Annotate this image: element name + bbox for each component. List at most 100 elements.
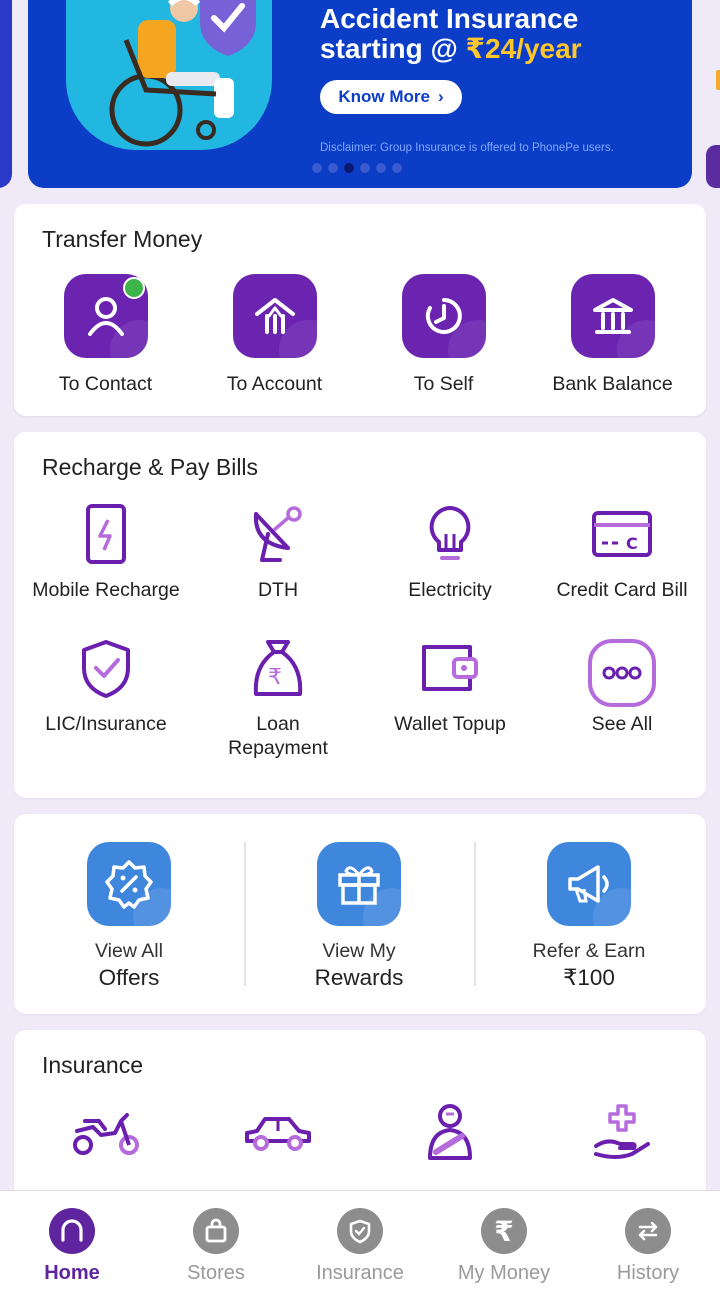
contact-person-icon — [87, 297, 124, 336]
to-account-button[interactable]: To Account — [190, 274, 359, 396]
carousel-dot[interactable] — [328, 163, 338, 173]
car-insurance-button[interactable] — [192, 1102, 364, 1162]
shield-icon — [349, 1219, 371, 1244]
transfer-options: To Contact To Account To Self Bank Balan… — [21, 274, 713, 396]
banner-title-line1: Accident Insurance — [320, 3, 579, 34]
insurance-title: Insurance — [42, 1052, 144, 1078]
more-dots-icon — [588, 639, 656, 707]
lic-insurance-label: LIC/Insurance — [45, 713, 167, 735]
self-transfer-icon — [425, 298, 462, 334]
to-self-tile — [401, 274, 486, 358]
to-self-button[interactable]: To Self — [359, 274, 528, 396]
personal-accident-insurance-button[interactable] — [364, 1102, 536, 1162]
to-account-tile — [232, 274, 317, 358]
carousel-dot[interactable] — [376, 163, 386, 173]
know-more-label: Know More — [338, 87, 430, 106]
carousel-dot[interactable] — [312, 163, 322, 173]
to-contact-tile — [63, 274, 148, 358]
credit-card-icon: C — [592, 511, 652, 557]
credit-card-bill-label: Credit Card Bill — [556, 579, 688, 601]
bank-balance-button[interactable]: Bank Balance — [528, 274, 697, 396]
mobile-recharge-button[interactable]: Mobile Recharge — [20, 504, 192, 602]
electricity-button[interactable]: Electricity — [364, 504, 536, 602]
lic-insurance-button[interactable]: LIC/Insurance — [20, 638, 192, 760]
banner-disclaimer: Disclaimer: Group Insurance is offered t… — [320, 142, 614, 154]
credit-card-bill-button[interactable]: C Credit Card Bill — [536, 504, 708, 602]
next-banner-peek[interactable] — [706, 145, 720, 188]
view-all-offers-line2: Offers — [98, 965, 160, 990]
bike-insurance-button[interactable] — [20, 1102, 192, 1162]
carousel-dot-active[interactable] — [344, 163, 354, 173]
transfer-money-card: Transfer Money To Contact To Account To … — [14, 204, 706, 416]
nav-insurance-label: Insurance — [316, 1262, 404, 1284]
mobile-recharge-icon — [86, 504, 126, 564]
shopping-bag-icon — [205, 1218, 227, 1243]
svg-text:C: C — [626, 534, 638, 553]
offer-badge-icon — [105, 860, 153, 909]
wallet-icon — [422, 645, 478, 691]
shield-check-icon — [82, 640, 130, 698]
loan-repayment-label: Loan Repayment — [228, 713, 328, 759]
nav-my-money[interactable]: ₹ My Money — [432, 1191, 576, 1291]
banner-title-prefix: starting @ — [320, 33, 466, 64]
accident-insurance-banner[interactable]: Accident Insurance starting @ ₹24/year K… — [28, 0, 692, 188]
see-all-button[interactable]: See All — [536, 638, 708, 760]
wallet-topup-button[interactable]: Wallet Topup — [364, 638, 536, 760]
nav-history[interactable]: History — [576, 1191, 720, 1291]
carousel-dot[interactable] — [392, 163, 402, 173]
to-account-label: To Account — [226, 373, 323, 395]
health-insurance-button[interactable] — [536, 1102, 708, 1162]
lightbulb-icon — [429, 506, 471, 560]
know-more-button[interactable]: Know More › — [320, 80, 462, 114]
satellite-dish-icon — [253, 506, 302, 562]
refer-earn-line1: Refer & Earn — [532, 940, 646, 962]
rupee-icon: ₹ — [494, 1214, 514, 1248]
swap-arrows-icon — [638, 1221, 658, 1241]
electricity-label: Electricity — [408, 579, 492, 601]
nav-stores[interactable]: Stores — [144, 1191, 288, 1291]
to-contact-label: To Contact — [58, 373, 153, 395]
nav-home-circle — [49, 1208, 95, 1254]
nav-my-money-circle: ₹ — [481, 1208, 527, 1254]
bottom-navigation-bar: Home Stores Insurance ₹ My Money History — [0, 1190, 720, 1291]
nav-stores-circle — [193, 1208, 239, 1254]
loan-repayment-button[interactable]: ₹ Loan Repayment — [192, 638, 364, 760]
refer-earn-line2: ₹100 — [563, 965, 615, 990]
nav-history-circle — [625, 1208, 671, 1254]
home-icon — [61, 1219, 83, 1242]
bank-account-icon — [254, 298, 295, 334]
banner-illustration — [66, 0, 272, 150]
view-my-rewards-button[interactable]: View My Rewards — [244, 842, 474, 991]
bank-balance-tile — [570, 274, 655, 358]
gift-icon — [338, 866, 380, 905]
offers-rewards-card: View All Offers View My Rewards Refer & … — [14, 814, 706, 1014]
recharge-pay-bills-card: Recharge & Pay Bills Mobile Recharge DTH… — [14, 432, 706, 798]
bike-icon — [73, 1113, 139, 1155]
previous-banner-peek[interactable] — [0, 0, 12, 188]
nav-my-money-label: My Money — [457, 1262, 551, 1284]
carousel-dots — [312, 163, 402, 173]
mobile-recharge-label: Mobile Recharge — [32, 579, 180, 601]
rewards-tile — [317, 842, 401, 926]
view-all-offers-button[interactable]: View All Offers — [14, 842, 244, 991]
online-status-badge — [122, 277, 145, 299]
carousel-dot[interactable] — [360, 163, 370, 173]
refer-earn-button[interactable]: Refer & Earn ₹100 — [474, 842, 704, 991]
svg-text:₹: ₹ — [268, 665, 282, 690]
view-all-offers-line1: View All — [95, 940, 163, 962]
accident-person-icon — [428, 1104, 472, 1160]
recharge-pay-bills-title: Recharge & Pay Bills — [42, 454, 259, 480]
bills-row-1: Mobile Recharge DTH Electricity C Credit… — [20, 504, 712, 602]
bills-row-2: LIC/Insurance ₹ Loan Repayment Wallet To… — [20, 638, 712, 760]
to-contact-button[interactable]: To Contact — [21, 274, 190, 396]
next-banner-accent — [716, 70, 720, 90]
chevron-right-icon: › — [437, 87, 444, 106]
dth-label: DTH — [257, 579, 299, 601]
to-self-label: To Self — [413, 373, 474, 395]
health-hand-icon — [594, 1104, 650, 1159]
nav-home[interactable]: Home — [0, 1191, 144, 1291]
nav-insurance[interactable]: Insurance — [288, 1191, 432, 1291]
promo-banner-carousel[interactable]: Accident Insurance starting @ ₹24/year K… — [0, 0, 720, 196]
transfer-money-title: Transfer Money — [42, 226, 203, 252]
dth-button[interactable]: DTH — [192, 504, 364, 602]
